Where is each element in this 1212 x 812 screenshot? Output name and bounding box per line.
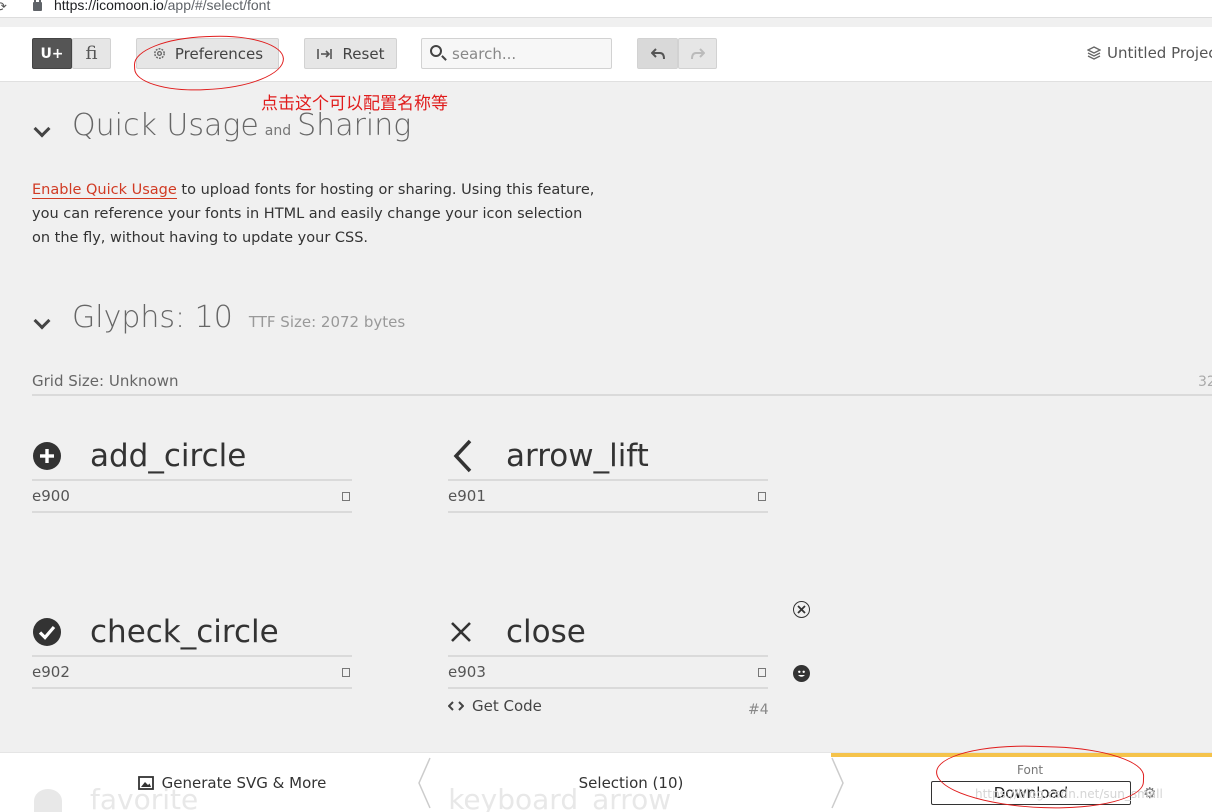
- glyph-code[interactable]: e902: [32, 663, 70, 681]
- quick-usage-text-2: you can reference your fonts in HTML and…: [32, 206, 583, 222]
- glyph-name[interactable]: add_circle: [90, 438, 246, 474]
- generate-label: Generate SVG & More: [161, 774, 327, 792]
- search-input[interactable]: [452, 43, 607, 65]
- divider: [32, 394, 1212, 396]
- close-icon: [448, 613, 506, 651]
- get-code-link[interactable]: Get Code: [448, 697, 542, 715]
- glyph-name[interactable]: arrow_lift: [506, 438, 649, 474]
- url-text[interactable]: https://icomoon.io/app/#/select/font: [54, 0, 270, 13]
- browser-address-bar[interactable]: ⟳ https://icomoon.io/app/#/select/font: [0, 0, 1212, 18]
- redo-button[interactable]: [678, 38, 717, 69]
- quick-usage-and: and: [264, 123, 292, 139]
- add-circle-icon: [32, 437, 90, 475]
- quick-usage-title: Quick Usage: [72, 108, 259, 143]
- glyph-item[interactable]: check_circle e902: [32, 609, 352, 689]
- selection-button[interactable]: Selection (10): [431, 753, 831, 812]
- glyph-name[interactable]: close: [506, 614, 586, 650]
- arrow-left-icon: [448, 437, 506, 475]
- tab-separator: [418, 757, 431, 809]
- enable-quick-usage-link[interactable]: Enable Quick Usage: [32, 182, 177, 199]
- smiley-icon[interactable]: [793, 665, 810, 682]
- quick-usage-text-1: to upload fonts for hosting or sharing. …: [176, 182, 595, 198]
- undo-button[interactable]: [637, 38, 678, 69]
- unicode-mode-button[interactable]: U+: [32, 38, 72, 69]
- generate-svg-button[interactable]: Generate SVG & More: [33, 753, 431, 812]
- quick-usage-text-3: on the fly, without having to update you…: [32, 230, 369, 246]
- project-name: Untitled Project: [1107, 44, 1212, 62]
- glyph-code[interactable]: e901: [448, 487, 486, 505]
- glyph-item[interactable]: close e903: [448, 609, 768, 689]
- url-host: https://icomoon.io: [54, 0, 164, 13]
- glyphs-header[interactable]: Glyphs: 10 TTF Size: 2072 bytes: [32, 300, 405, 335]
- glyph-index: #4: [748, 702, 769, 718]
- search-icon: [430, 45, 442, 57]
- check-circle-icon: [32, 613, 90, 651]
- layers-icon: [1087, 46, 1101, 60]
- glyph-preview-box: [342, 491, 350, 501]
- project-selector[interactable]: Untitled Project: [1087, 44, 1212, 62]
- glyph-item[interactable]: arrow_lift e901: [448, 433, 768, 513]
- glyph-name[interactable]: check_circle: [90, 614, 279, 650]
- glyph-preview-box: [758, 667, 766, 677]
- selection-label: Selection (10): [578, 774, 684, 792]
- quick-usage-description: Enable Quick Usage to upload fonts for h…: [32, 178, 612, 250]
- url-path: /app/#/select/font: [163, 0, 271, 13]
- image-icon: [137, 776, 154, 790]
- reset-label: Reset: [342, 44, 385, 63]
- quick-usage-header[interactable]: Quick Usage and Sharing: [32, 108, 411, 143]
- redo-icon: [690, 47, 705, 59]
- glyph-code[interactable]: e900: [32, 487, 70, 505]
- get-code-label: Get Code: [472, 697, 542, 715]
- lock-icon: [33, 0, 42, 11]
- reset-icon: [316, 48, 332, 59]
- glyph-preview-box: [342, 667, 350, 677]
- code-icon: [448, 701, 464, 711]
- search-box[interactable]: [421, 38, 612, 69]
- ttf-size: TTF Size: 2072 bytes: [248, 313, 406, 331]
- sharing-title: Sharing: [297, 108, 412, 143]
- glyph-preview-box: [758, 491, 766, 501]
- reload-icon[interactable]: ⟳: [0, 0, 7, 15]
- ligature-mode-button[interactable]: fi: [72, 38, 111, 69]
- grid-size-value: 32: [1198, 374, 1212, 390]
- glyph-code[interactable]: e903: [448, 663, 486, 681]
- grid-size-label: Grid Size: Unknown: [32, 372, 179, 390]
- chevron-down-icon: [33, 312, 51, 330]
- glyph-item[interactable]: add_circle e900: [32, 433, 352, 513]
- remove-glyph-icon[interactable]: [793, 601, 810, 618]
- glyphs-title: Glyphs: 10: [72, 300, 233, 335]
- chevron-down-icon: [33, 120, 51, 138]
- reset-button[interactable]: Reset: [304, 38, 397, 69]
- undo-icon: [650, 47, 665, 59]
